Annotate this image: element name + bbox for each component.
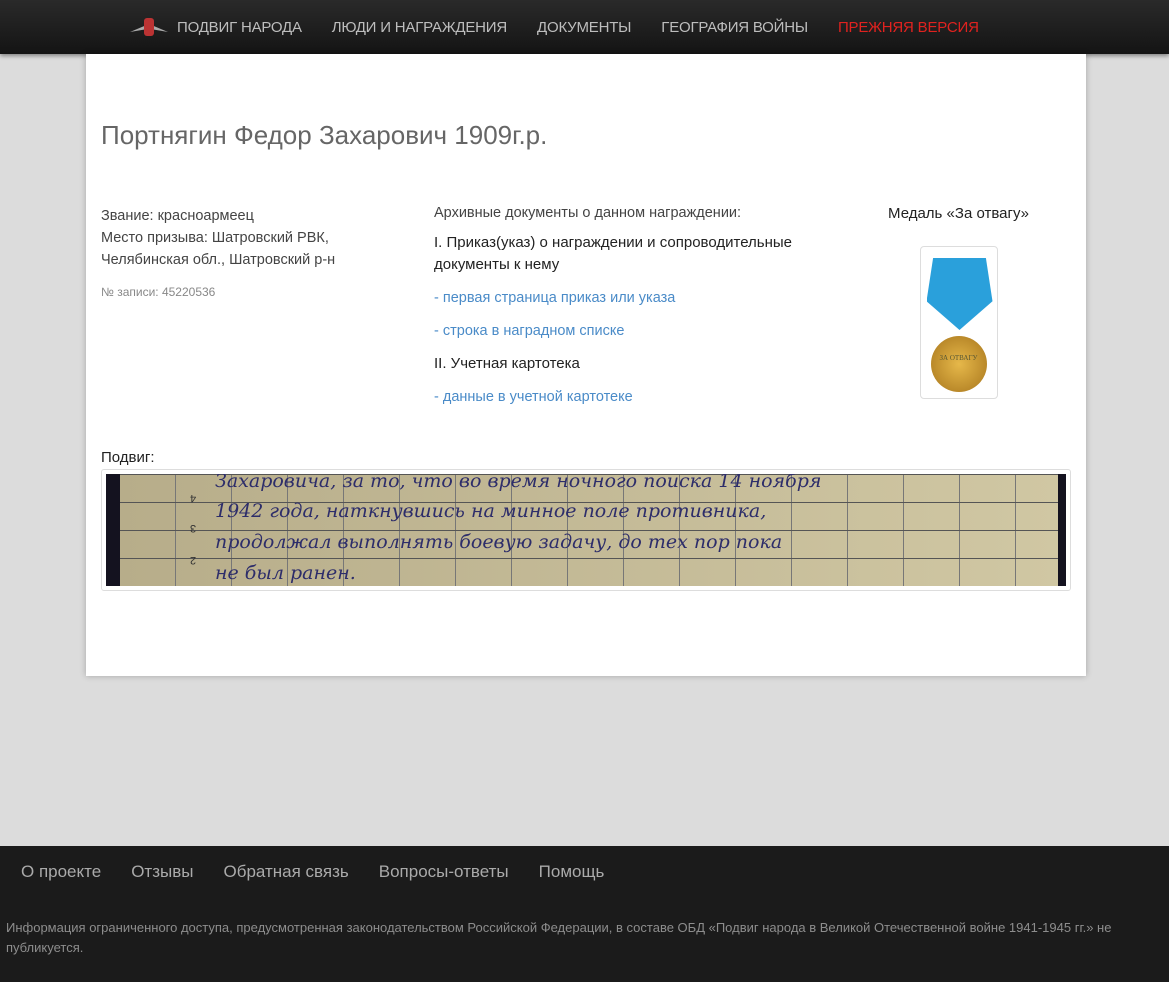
medal-ribbon-icon: [926, 258, 993, 330]
handwritten-line: Захаровича, за то, что во время ночного …: [215, 474, 822, 492]
top-navigation: ПОДВИГ НАРОДА ЛЮДИ И НАГРАЖДЕНИЯ ДОКУМЕН…: [0, 0, 1169, 54]
person-info: Звание: красноармеец Место призыва: Шатр…: [101, 205, 401, 303]
row-number: 2: [190, 554, 197, 566]
link-card-index-data[interactable]: - данные в учетной картотеке: [434, 386, 854, 408]
archive-docs: Архивные документы о данном награждении:…: [434, 205, 854, 408]
link-award-list-row[interactable]: - строка в наградном списке: [434, 320, 854, 342]
medal-image[interactable]: ЗА ОТВАГУ: [919, 246, 998, 399]
handwritten-line: не был ранен.: [215, 562, 356, 584]
section-card-index: II. Учетная картотека: [434, 355, 580, 372]
handwritten-line: продолжал выполнять боевую задачу, до те…: [215, 531, 783, 553]
nav-podvig-naroda[interactable]: ПОДВИГ НАРОДА: [177, 19, 302, 36]
nav-documents[interactable]: ДОКУМЕНТЫ: [537, 19, 631, 36]
medal-coin-icon: ЗА ОТВАГУ: [930, 336, 987, 392]
feat-document-image[interactable]: 4 3 2 Захаровича, за то, что во время но…: [101, 469, 1071, 591]
footer-reviews[interactable]: Отзывы: [131, 862, 193, 882]
record-number: № записи: 45220536: [101, 285, 216, 299]
footer-help[interactable]: Помощь: [539, 862, 605, 882]
conscription-place: Место призыва: Шатровский РВК,: [101, 230, 329, 246]
section-order: I. Приказ(указ) о награждении и сопровод…: [434, 234, 793, 273]
footer-notice: Информация ограниченного доступа, предус…: [6, 920, 1112, 955]
footer-feedback[interactable]: Обратная связь: [223, 862, 348, 882]
footer-faq[interactable]: Вопросы-ответы: [379, 862, 509, 882]
feat-label: Подвиг:: [101, 449, 155, 466]
nav-people-awards[interactable]: ЛЮДИ И НАГРАЖДЕНИЯ: [332, 19, 507, 36]
link-order-first-page[interactable]: - первая страница приказ или указа: [434, 287, 854, 309]
person-card: Портнягин Федор Захарович 1909г.р. Звани…: [86, 54, 1086, 676]
rank: Звание: красноармеец: [101, 208, 254, 224]
conscription-place-region: Челябинская обл., Шатровский р-н: [101, 252, 336, 268]
award-panel: Медаль «За отвагу» ЗА ОТВАГУ: [876, 205, 1041, 399]
page-title: Портнягин Федор Захарович 1909г.р.: [101, 120, 548, 150]
nav-war-geography[interactable]: ГЕОГРАФИЯ ВОЙНЫ: [661, 19, 808, 36]
footer-about[interactable]: О проекте: [21, 862, 101, 882]
footer: О проекте Отзывы Обратная связь Вопросы-…: [0, 846, 1169, 982]
handwritten-line: 1942 года, наткнувшись на минное поле пр…: [215, 500, 767, 522]
row-number: 4: [190, 492, 197, 504]
eagle-logo-icon[interactable]: [130, 14, 168, 40]
row-number: 3: [190, 522, 197, 534]
nav-old-version[interactable]: ПРЕЖНЯЯ ВЕРСИЯ: [838, 19, 979, 36]
award-title: Медаль «За отвагу»: [888, 205, 1029, 222]
archive-heading: Архивные документы о данном награждении:: [434, 205, 742, 221]
